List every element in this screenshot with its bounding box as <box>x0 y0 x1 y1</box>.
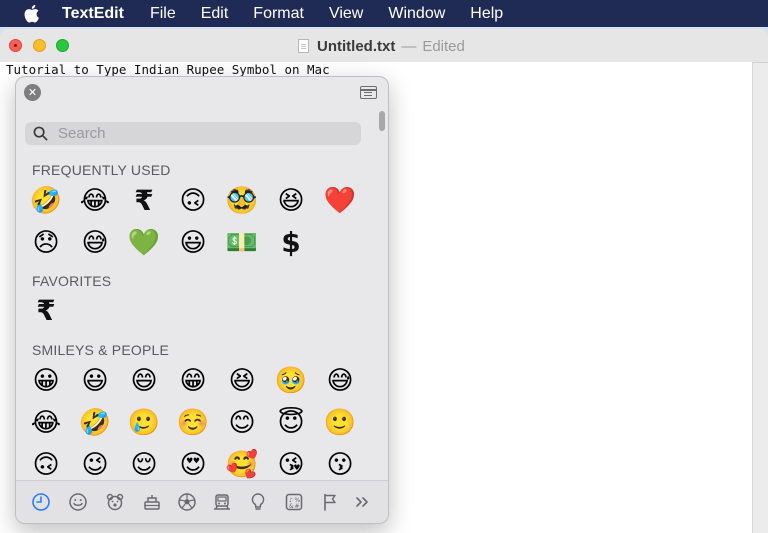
document-icon <box>298 39 309 53</box>
emoji-cell[interactable]: 😆 <box>222 363 262 399</box>
more-icon[interactable] <box>351 491 373 513</box>
title-separator: — <box>401 37 417 55</box>
emoji-cell[interactable]: 😀 <box>26 363 66 399</box>
minimize-window-button[interactable] <box>33 39 46 52</box>
svg-text:&: & <box>289 503 294 510</box>
emoji-cell[interactable]: 😂 <box>26 405 66 441</box>
menu-format[interactable]: Format <box>253 5 304 23</box>
emoji-cell[interactable]: 😌 <box>124 447 164 479</box>
emoji-cell[interactable]: 😁 <box>173 363 213 399</box>
animal-icon[interactable] <box>104 491 126 513</box>
zoom-window-button[interactable] <box>56 39 69 52</box>
emoji-cell[interactable]: 🥲 <box>124 405 164 441</box>
emoji-cell[interactable]: 😄 <box>124 363 164 399</box>
emoji-category-bar: ♪% & # <box>16 480 388 523</box>
search-input[interactable] <box>56 124 350 143</box>
emoji-cell[interactable]: 🤣 <box>75 405 115 441</box>
emoji-cell[interactable]: 😅 <box>320 363 360 399</box>
emoji-cell[interactable]: 😗 <box>320 447 360 479</box>
emoji-cell[interactable]: 😞 <box>26 225 66 261</box>
search-icon <box>33 126 48 141</box>
emoji-cell[interactable]: ☺️ <box>173 405 213 441</box>
emoji-cell[interactable]: 🙃 <box>173 183 213 219</box>
emoji-cell[interactable]: 🥸 <box>222 183 262 219</box>
section-title-frequently-used: FREQUENTLY USED <box>32 162 171 178</box>
emoji-cell[interactable]: 🙃 <box>26 447 66 479</box>
emoji-cell[interactable]: 💚 <box>124 225 164 261</box>
emoji-cell[interactable]: 😘 <box>271 447 311 479</box>
emoji-cell[interactable]: 😃 <box>75 363 115 399</box>
menu-bar: TextEdit File Edit Format View Window He… <box>0 0 768 27</box>
emoji-cell[interactable]: 🙂 <box>320 405 360 441</box>
menu-app-name[interactable]: TextEdit <box>62 5 124 23</box>
flag-icon[interactable] <box>319 491 341 513</box>
close-window-button[interactable] <box>9 39 22 52</box>
emoji-cell[interactable]: 💵 <box>222 225 262 261</box>
menu-help[interactable]: Help <box>470 5 503 23</box>
emoji-cell[interactable]: 🥰 <box>222 447 262 479</box>
window-title-group: Untitled.txt — Edited <box>298 36 465 56</box>
menu-window[interactable]: Window <box>388 5 445 23</box>
ball-icon[interactable] <box>176 491 198 513</box>
svg-text:#: # <box>295 503 300 510</box>
emoji-cell[interactable]: ❤️ <box>320 183 360 219</box>
section-title-favorites: FAVORITES <box>32 273 112 289</box>
title-bar[interactable]: Untitled.txt — Edited <box>0 29 768 63</box>
emoji-cell[interactable]: ₹ <box>26 293 66 329</box>
window-title[interactable]: Untitled.txt <box>317 38 395 55</box>
menu-edit[interactable]: Edit <box>201 5 229 23</box>
emoji-cell[interactable]: 😆 <box>271 183 311 219</box>
emoji-cell[interactable]: 🥹 <box>271 363 311 399</box>
edited-status: Edited <box>422 37 465 55</box>
close-picker-icon[interactable]: ✕ <box>24 84 41 101</box>
emoji-cell[interactable]: 😇 <box>271 405 311 441</box>
smiley-icon[interactable] <box>67 491 89 513</box>
food-icon[interactable] <box>141 491 163 513</box>
character-viewer-icon[interactable] <box>360 86 377 99</box>
lightbulb-icon[interactable] <box>247 491 269 513</box>
symbols-icon[interactable]: ♪% & # <box>283 491 305 513</box>
emoji-search-field[interactable] <box>25 122 361 145</box>
emoji-cell[interactable]: 😅 <box>75 225 115 261</box>
menu-view[interactable]: View <box>329 5 363 23</box>
emoji-cell[interactable]: 🤣 <box>26 183 66 219</box>
emoji-cell[interactable]: ₹ <box>124 183 164 219</box>
emoji-cell[interactable]: 😍 <box>173 447 213 479</box>
picker-scrollbar[interactable] <box>379 111 385 131</box>
emoji-cell[interactable]: 😃 <box>173 225 213 261</box>
recent-icon[interactable] <box>30 491 52 513</box>
section-title-smileys-people: SMILEYS & PEOPLE <box>32 342 170 358</box>
document-text[interactable]: Tutorial to Type Indian Rupee Symbol on … <box>6 62 330 77</box>
car-icon[interactable] <box>211 491 233 513</box>
emoji-picker-popover: ✕ FREQUENTLY USED 🤣 😂 ₹ 🙃 🥸 😆 ❤️ 😞 😅 💚 😃… <box>15 76 389 524</box>
emoji-cell[interactable]: 😊 <box>222 405 262 441</box>
emoji-cell[interactable]: 😂 <box>75 183 115 219</box>
emoji-cell[interactable]: $ <box>271 225 311 261</box>
emoji-list: FREQUENTLY USED 🤣 😂 ₹ 🙃 🥸 😆 ❤️ 😞 😅 💚 😃 💵… <box>16 153 378 479</box>
apple-menu-icon[interactable] <box>0 4 62 23</box>
emoji-cell[interactable]: 😉 <box>75 447 115 479</box>
menu-file[interactable]: File <box>150 5 176 23</box>
